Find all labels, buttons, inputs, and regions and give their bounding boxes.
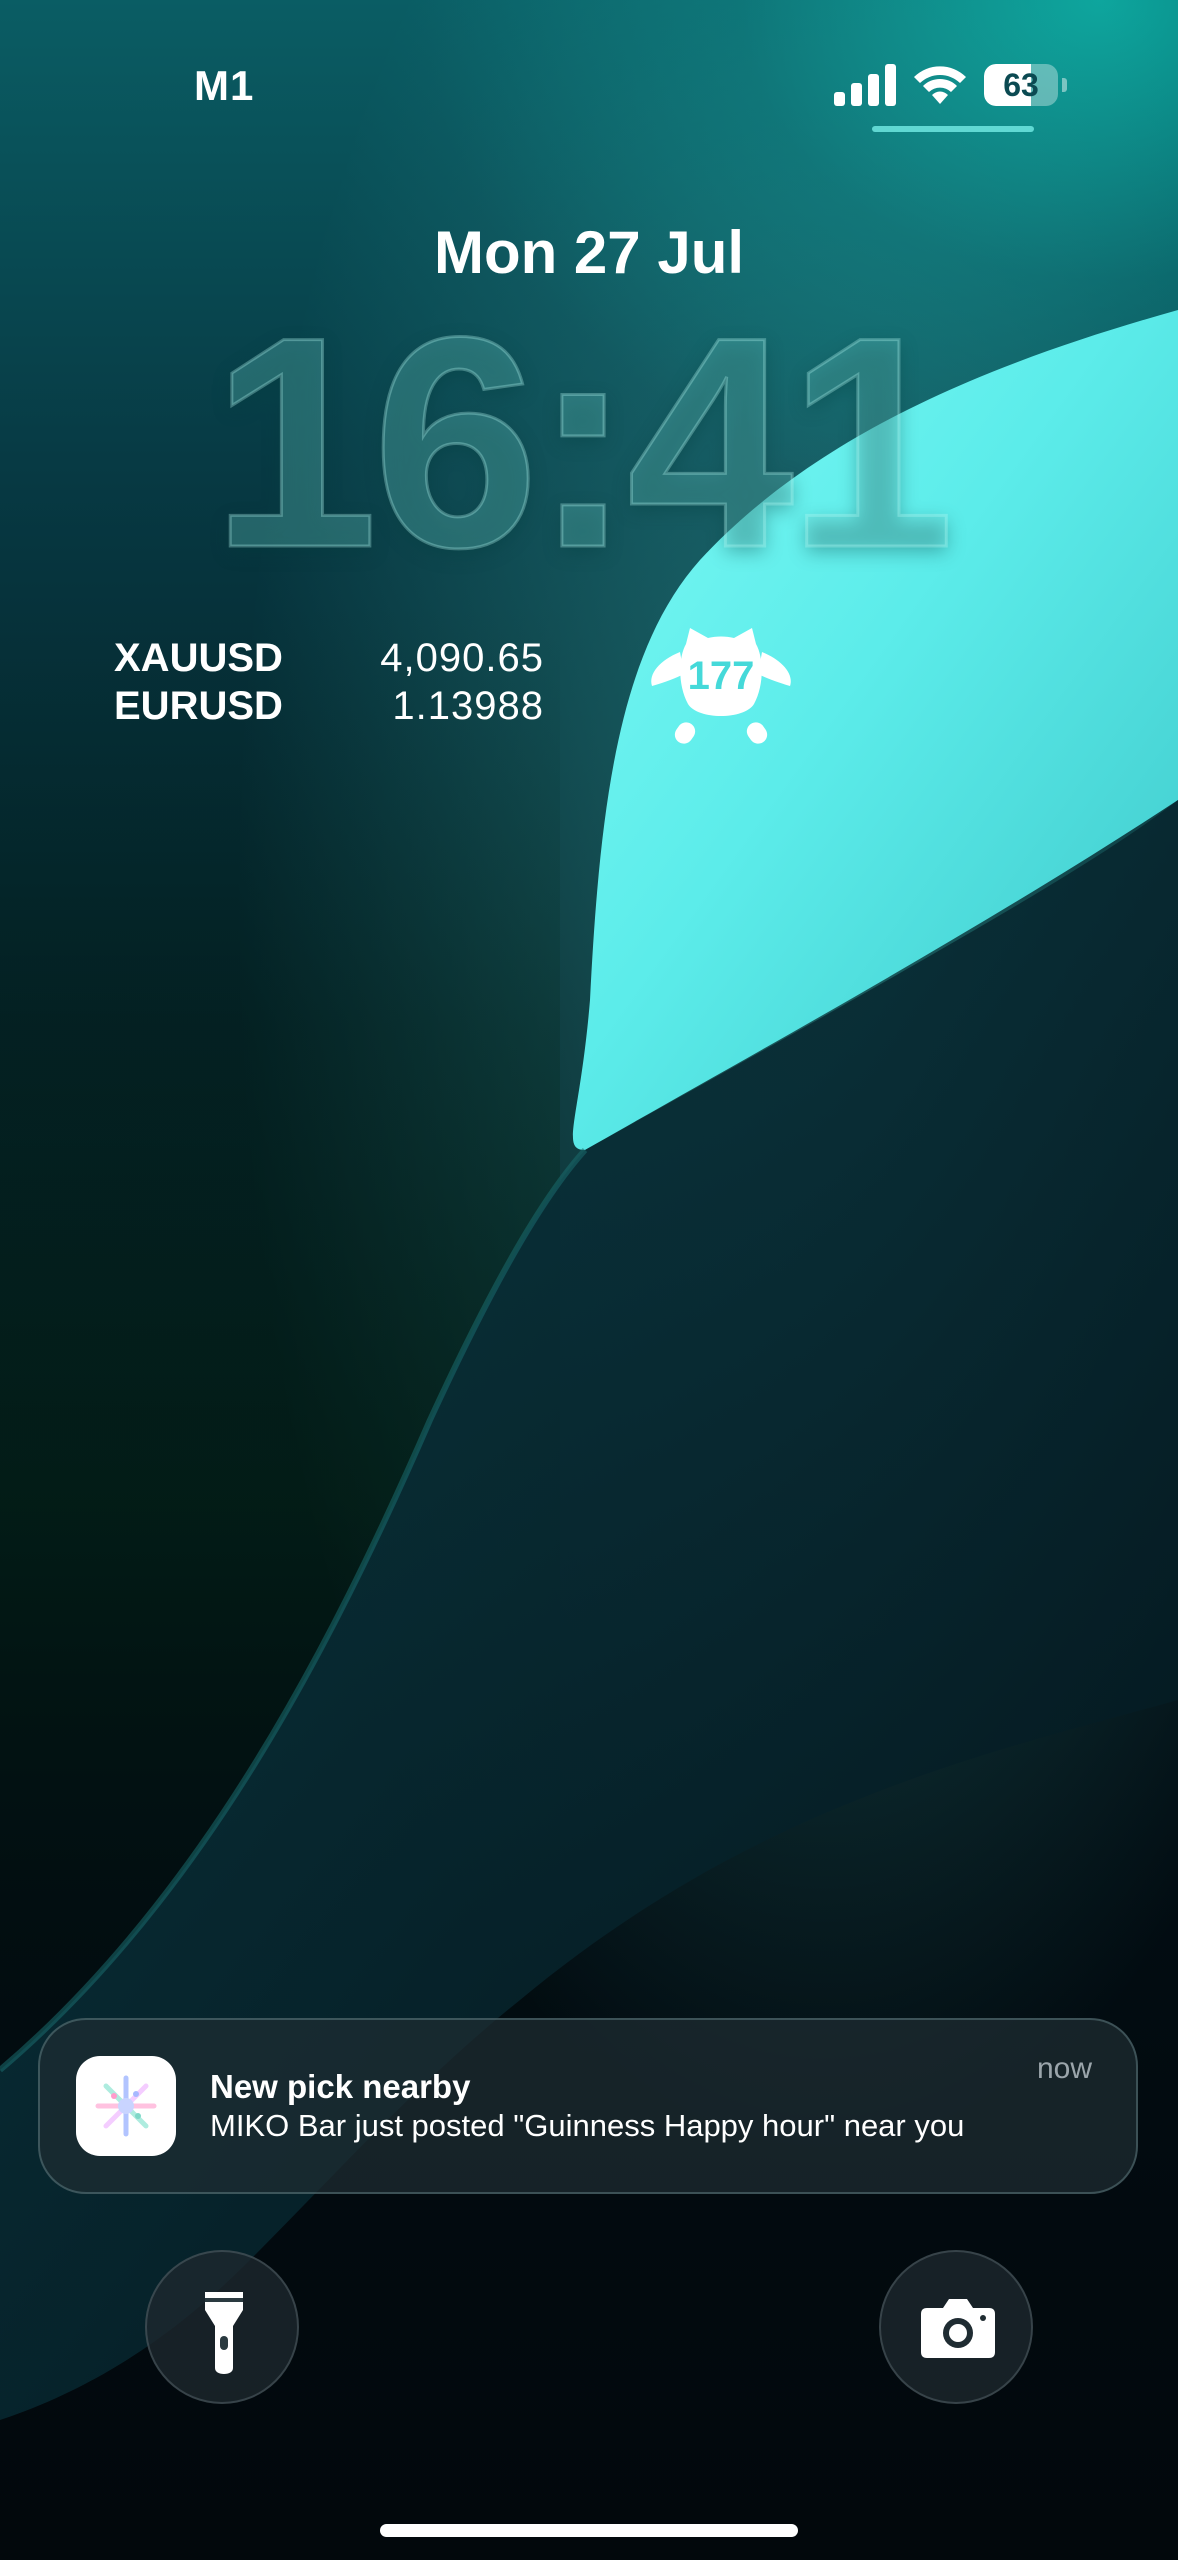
notification-time: now — [1036, 2052, 1092, 2085]
battery-body: 63 — [984, 64, 1058, 106]
camera-button[interactable] — [879, 2250, 1033, 2404]
sparkle-logo-icon — [95, 2075, 157, 2137]
ticker-symbol: EURUSD — [114, 684, 283, 728]
ticker-price: 4,090.65 — [380, 636, 544, 680]
wifi-icon — [914, 66, 966, 104]
ticker-row: EURUSD 1.13988 — [114, 684, 544, 732]
cellular-signal-icon — [834, 64, 896, 106]
lock-screen: M1 63 Mon 27 Jul 16:41 XAUUSD 4,090.65 E… — [0, 0, 1178, 2560]
status-bar: M1 63 — [0, 0, 1178, 140]
status-underline — [872, 126, 1034, 132]
carrier-name: M1 — [194, 62, 255, 109]
lock-screen-clock[interactable]: 16:41 — [150, 281, 1010, 604]
flashlight-button[interactable] — [145, 2250, 299, 2404]
battery-tip — [1062, 78, 1067, 92]
camera-icon — [921, 2299, 995, 2358]
ticker-row: XAUUSD 4,090.65 — [114, 636, 544, 684]
streak-widget[interactable]: 177 — [646, 624, 796, 750]
ticker-symbol: XAUUSD — [114, 636, 283, 680]
battery-indicator: 63 — [984, 64, 1068, 106]
notification-card[interactable]: New pick nearby now MIKO Bar just posted… — [38, 2018, 1138, 2194]
flashlight-icon — [205, 2292, 243, 2374]
battery-percentage: 63 — [1003, 67, 1039, 103]
stock-ticker-widget[interactable]: XAUUSD 4,090.65 EURUSD 1.13988 — [114, 636, 544, 736]
notification-title: New pick nearby — [210, 2068, 471, 2105]
home-indicator[interactable] — [380, 2524, 798, 2537]
streak-count: 177 — [687, 654, 755, 698]
app-icon — [76, 2056, 176, 2156]
ticker-price: 1.13988 — [392, 684, 544, 728]
notification-body: MIKO Bar just posted "Guinness Happy hou… — [210, 2108, 965, 2143]
